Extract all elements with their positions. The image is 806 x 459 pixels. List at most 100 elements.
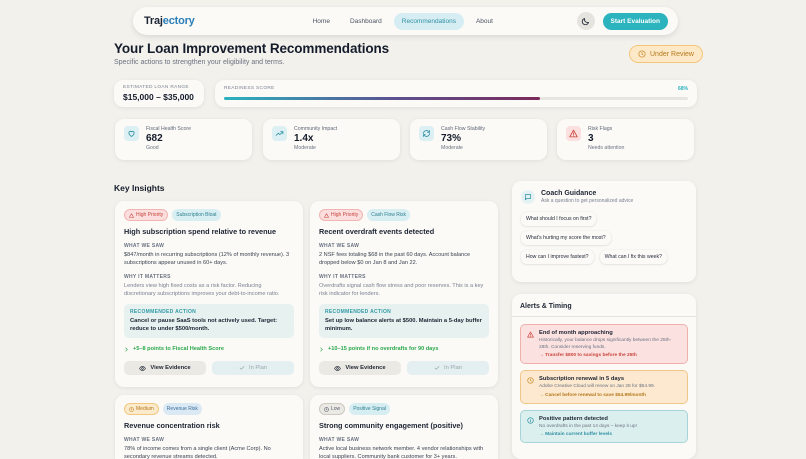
recommended-action-box: RECOMMENDED ACTION Cancel or pause SaaS … (124, 304, 294, 338)
what-we-saw-text: $847/month in recurring subscriptions (1… (124, 252, 290, 266)
what-we-saw-label: WHAT WE SAW (124, 243, 165, 249)
eye-icon (139, 365, 147, 371)
coach-subtitle: Ask a question to get personalized advic… (541, 198, 634, 204)
start-evaluation-button[interactable]: Start Evaluation (602, 12, 668, 30)
key-insights-title: Key Insights (114, 183, 165, 193)
insight-card: High Priority Cash Flow Risk Recent over… (310, 201, 498, 387)
coach-chip-improve-fastest[interactable]: How can I improve fastest? (521, 250, 594, 264)
loan-range-card: ESTIMATED LOAN RANGE $15,000 – $35,000 (114, 80, 204, 107)
insight-title: Strong community engagement (positive) (319, 421, 463, 430)
warning-icon (569, 129, 578, 138)
metric-community-impact: Community Impact 1.4x Moderate (263, 119, 400, 160)
alert-title: Positive pattern detected (539, 415, 608, 422)
what-we-saw-label: WHAT WE SAW (124, 437, 165, 443)
readiness-card: READINESS SCORE 68% (215, 80, 697, 107)
insight-title: Recent overdraft events detected (319, 227, 435, 236)
what-we-saw-label: WHAT WE SAW (319, 437, 360, 443)
why-it-matters-text: Overdrafts signal cash flow stress and p… (319, 283, 484, 297)
eye-icon (334, 365, 342, 371)
top-nav: Trajectory Home Dashboard Recommendation… (133, 7, 678, 35)
what-we-saw-text: 78% of income comes from a single client… (124, 446, 271, 459)
trend-up-icon (275, 131, 284, 136)
nav-link-dashboard[interactable]: Dashboard (342, 13, 390, 30)
what-we-saw-label: WHAT WE SAW (319, 243, 360, 249)
insight-card: High Priority Subscription Bloat High su… (115, 201, 303, 387)
why-it-matters-label: WHY IT MATTERS (319, 274, 366, 280)
impact-toggle[interactable]: +10–15 points if no overdrafts for 90 da… (319, 346, 489, 352)
coach-guidance-card: Coach Guidance Ask a question to get per… (512, 181, 696, 282)
alert-action: → Transfer $800 to savings before the 25… (539, 353, 637, 358)
nav-links: Home Dashboard Recommendations About (305, 12, 501, 30)
view-evidence-button[interactable]: View Evidence (124, 361, 206, 375)
alert-item[interactable]: End of month approaching Historically, y… (520, 324, 688, 364)
readiness-progress-track (224, 97, 688, 100)
alert-item[interactable]: Positive pattern detected No overdrafts … (520, 409, 688, 443)
coach-chip-focus-first[interactable]: What should I focus on first? (521, 212, 597, 226)
alert-text: Historically, your balance drops signifi… (539, 338, 672, 350)
category-badge: Cash Flow Risk (367, 209, 410, 221)
coach-chip-fix-this-week[interactable]: What can I fix this week? (599, 250, 667, 264)
alert-text: No overdrafts in the past 14 days – keep… (539, 423, 637, 429)
clock-icon (129, 406, 134, 412)
metric-label: Fiscal Health Score (146, 126, 191, 132)
brand-logo[interactable]: Trajectory (144, 15, 195, 27)
insight-title: High subscription spend relative to reve… (124, 227, 277, 236)
alert-title: Subscription renewal in 5 days (539, 376, 625, 382)
chat-bubble-icon (524, 194, 532, 201)
chevron-right-icon (125, 347, 128, 351)
clock-icon (324, 406, 329, 412)
insight-card: Medium Revenue Risk Revenue concentratio… (115, 395, 303, 459)
category-badge: Subscription Bloat (172, 209, 221, 221)
view-evidence-button[interactable]: View Evidence (319, 361, 401, 375)
in-plan-button[interactable]: In Plan (407, 361, 489, 375)
check-icon (239, 366, 245, 370)
metric-label: Cash Flow Stability (441, 126, 486, 132)
metric-sub: Good (146, 145, 159, 151)
impact-toggle[interactable]: +5–8 points to Fiscal Health Score (124, 346, 294, 352)
metric-sub: Moderate (294, 145, 316, 151)
metric-fiscal-health: Fiscal Health Score 682 Good (115, 119, 252, 160)
priority-badge: Low (319, 403, 346, 415)
theme-toggle-button[interactable] (576, 12, 595, 30)
heart-icon (128, 130, 135, 137)
loan-range-label: ESTIMATED LOAN RANGE (123, 85, 189, 90)
alert-text: Adobe Creative Cloud will renew on Jan 2… (539, 384, 655, 389)
metric-label: Community Impact (294, 126, 338, 132)
warning-icon (527, 331, 534, 338)
nav-link-about[interactable]: About (468, 13, 501, 30)
recommended-action-text: Set up low balance alerts at $500. Maint… (325, 318, 482, 332)
info-icon (527, 416, 534, 424)
warning-icon (324, 212, 329, 218)
clock-icon (527, 377, 534, 384)
warning-icon (129, 212, 134, 218)
alert-title: End of month approaching (539, 330, 613, 336)
moon-icon (581, 17, 589, 25)
what-we-saw-text: 2 NSF fees totaling $68 in the past 60 d… (319, 252, 471, 266)
metric-label: Risk Flags (588, 126, 613, 132)
why-it-matters-label: WHY IT MATTERS (124, 274, 171, 280)
chevron-right-icon (320, 347, 323, 351)
in-plan-button[interactable]: In Plan (212, 361, 294, 375)
loan-range-value: $15,000 – $35,000 (123, 92, 194, 102)
alerts-timing-card: Alerts & Timing End of month approaching… (512, 294, 696, 459)
alert-item[interactable]: Subscription renewal in 5 days Adobe Cre… (520, 370, 688, 404)
priority-badge: Medium (124, 403, 159, 415)
refresh-icon (423, 130, 430, 137)
nav-link-home[interactable]: Home (305, 13, 338, 30)
recommended-action-label: RECOMMENDED ACTION (325, 309, 392, 315)
page-subtitle: Specific actions to strengthen your elig… (114, 59, 285, 66)
metric-risk-flags: Risk Flags 3 Needs attention (557, 119, 694, 160)
alert-action: → Maintain current buffer levels (539, 432, 613, 437)
clock-icon (638, 50, 646, 58)
readiness-progress-fill (224, 97, 540, 100)
why-it-matters-text: Lenders view high fixed costs as a risk … (124, 283, 280, 297)
metric-value: 3 (588, 133, 594, 144)
coach-chip-hurting-score[interactable]: What's hurting my score the most? (521, 231, 611, 245)
recommended-action-label: RECOMMENDED ACTION (130, 309, 197, 315)
readiness-percent: 68% (677, 86, 688, 92)
metric-value: 682 (146, 133, 163, 144)
readiness-label: READINESS SCORE (224, 86, 275, 91)
what-we-saw-text: Active local business network member. 4 … (319, 446, 484, 459)
nav-link-recommendations[interactable]: Recommendations (393, 12, 464, 30)
insight-title: Revenue concentration risk (124, 421, 220, 430)
